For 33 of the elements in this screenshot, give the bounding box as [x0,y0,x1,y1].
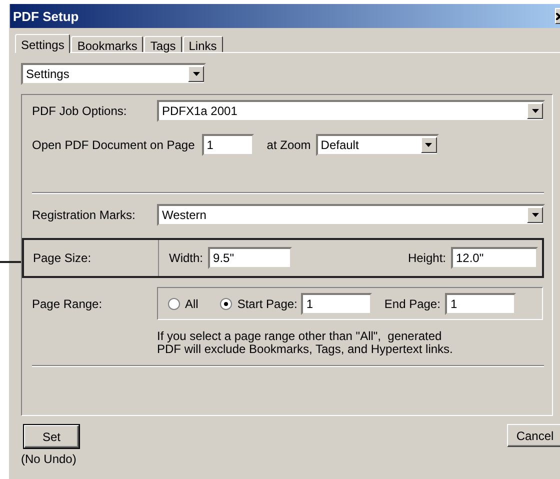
height-field[interactable]: 12.0" [451,247,538,269]
page-range-note: If you select a page range other than "All", generated PDF will exclude Bookmarks, Tags, and Hypertext links. [157,330,454,356]
field-label: Open PDF Document on Page [32,138,195,152]
start-page-field[interactable]: 1 [301,292,372,314]
field-label: PDF Job Options: [32,104,128,118]
end-page-field[interactable]: 1 [445,292,516,314]
field-label: at Zoom [266,138,311,152]
radio-button[interactable]: All [168,296,198,310]
dropdown-arrow-icon [532,109,538,113]
tab[interactable]: Links [182,36,223,52]
dropdown-arrow-icon [192,72,200,76]
zoom-dropdown[interactable]: Default [316,134,439,156]
no-undo-note: (No Undo) [21,452,76,466]
page-number-field[interactable]: 1 [202,134,254,156]
field-label: End Page: [384,296,440,310]
tab[interactable]: Bookmarks [71,36,144,52]
window-title: PDF Setup [12,8,79,24]
width-field[interactable]: 9.5" [208,247,292,269]
field-label: Page Range: [32,296,104,310]
registration-marks-dropdown[interactable]: Western [157,204,545,226]
field-label: Width: [169,251,204,265]
section-dropdown[interactable]: Settings [21,63,206,85]
cancel-button[interactable]: Cancel [507,424,560,447]
radio-button[interactable]: Start Page: [220,296,298,310]
job-options-dropdown[interactable]: PDFX1a 2001 [157,100,545,122]
field-label: Registration Marks: [32,208,136,222]
dropdown-arrow-icon [532,213,538,217]
dropdown-arrow-icon [425,143,432,147]
field-label: Page Size: [33,251,92,265]
tab[interactable]: Tags [144,36,182,52]
field-label: Height: [408,251,446,265]
tab[interactable]: Settings [15,34,70,53]
set-button[interactable]: Set [24,425,79,448]
